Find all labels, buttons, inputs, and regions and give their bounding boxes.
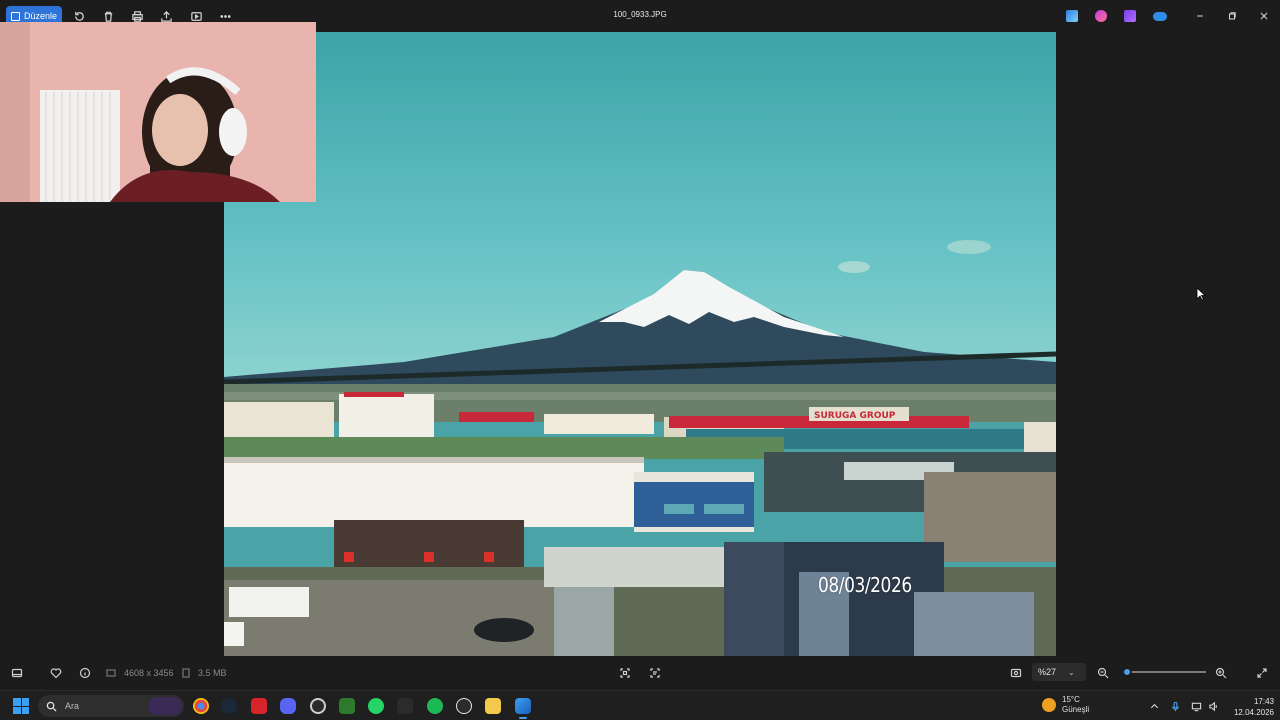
close-button[interactable] [1256,8,1272,24]
photo-date-stamp: 08/03/2026 [818,573,912,597]
taskbar-clock[interactable]: 17:43 12.04.2026 [1222,696,1274,718]
maximize-button[interactable] [1224,8,1240,24]
whatsapp-icon[interactable] [368,698,384,714]
windows-taskbar: Ara 15°C Güneşli 17:43 12.04.2026 [0,690,1280,720]
visual-search-icon[interactable] [648,666,662,680]
image-dimensions: 4608 x 3456 [124,668,174,678]
fit-to-window-icon[interactable] [1009,666,1023,680]
mouse-cursor [1196,287,1206,301]
spotify-icon[interactable] [427,698,443,714]
search-icon [46,701,57,712]
nvidia-icon[interactable] [339,698,355,714]
onedrive-icon[interactable] [1153,12,1167,21]
file-size: 3.5 MB [198,668,227,678]
volume-icon[interactable] [1207,700,1219,712]
sun-icon [1042,698,1056,712]
file-name: 100_0933.JPG [613,10,667,19]
dimensions-icon [104,666,118,680]
zoom-out-icon[interactable] [1096,666,1110,680]
photo-editor-icon[interactable] [1066,10,1078,22]
zoom-level-select[interactable]: %27 ⌄ [1032,663,1086,681]
bot-app-icon[interactable] [397,698,413,714]
discord-icon[interactable] [280,698,296,714]
weather-description: Güneşli [1062,705,1090,714]
designer-icon[interactable] [1095,10,1107,22]
webcam-overlay [0,22,316,202]
clock-date: 12.04.2026 [1233,708,1274,717]
crop-icon[interactable] [618,666,632,680]
file-size-icon [179,666,193,680]
favorite-icon[interactable] [49,666,63,680]
minimize-button[interactable] [1192,8,1208,24]
clock-time: 17:43 [1253,697,1274,706]
chevron-down-icon: ⌄ [1068,667,1075,677]
suruga-group-sign: SURUGA GROUP [814,411,896,421]
search-highlight-icon [148,697,182,715]
photo-viewer-image[interactable]: SURUGA GROUP 08/03/2026 [224,32,1056,656]
red-app-icon[interactable] [251,698,267,714]
obs-icon[interactable] [310,698,326,714]
edit-icon [11,11,20,21]
zoom-slider-thumb[interactable] [1122,667,1133,677]
clipchamp-icon[interactable] [1124,10,1136,22]
photos-app-icon[interactable] [515,698,531,719]
file-explorer-icon[interactable] [485,698,501,714]
status-bar: 4608 x 3456 3.5 MB %27 ⌄ [0,660,1280,684]
weather-widget[interactable]: 15°C Güneşli [1042,695,1089,715]
chevron-up-icon[interactable] [1148,700,1160,712]
chatgpt-icon[interactable] [456,698,472,714]
filmstrip-icon[interactable] [10,666,24,680]
windows-start-icon[interactable] [13,698,29,714]
zoom-level-value: %27 [1038,667,1057,677]
chrome-icon[interactable] [193,698,209,714]
search-placeholder: Ara [65,701,80,711]
steam-icon[interactable] [221,698,237,714]
taskbar-search-box[interactable]: Ara [38,695,184,717]
network-icon[interactable] [1190,700,1202,712]
weather-temperature: 15°C [1062,695,1080,704]
mount-fuji-photo: SURUGA GROUP [224,32,1056,656]
info-icon[interactable] [78,666,92,680]
edit-button-label: Düzenle [24,11,58,21]
microphone-icon[interactable] [1169,700,1181,712]
zoom-in-icon[interactable] [1214,666,1228,680]
zoom-slider[interactable] [1122,667,1206,677]
fullscreen-icon[interactable] [1255,666,1269,680]
